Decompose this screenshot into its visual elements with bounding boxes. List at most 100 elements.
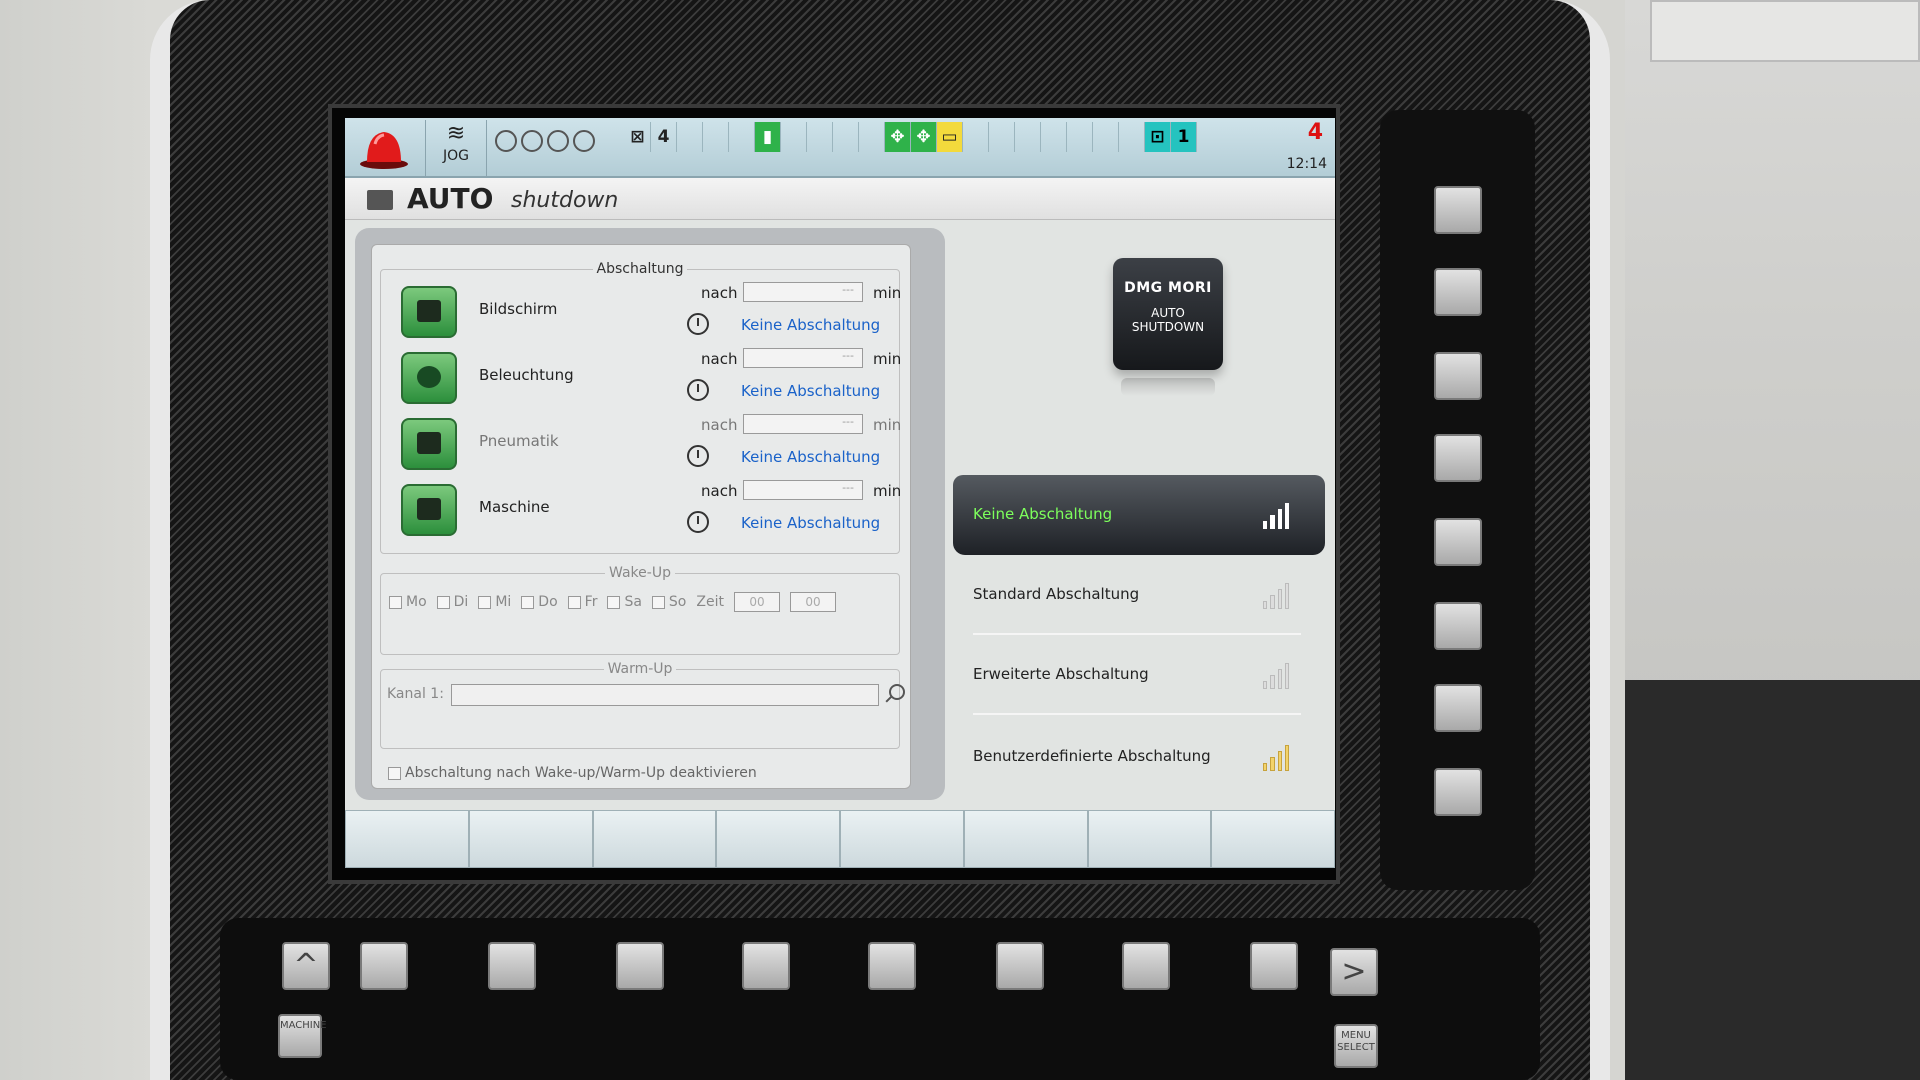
minute-input[interactable]: 00 xyxy=(789,592,836,612)
option-erweiterte-abschaltung[interactable]: Erweiterte Abschaltung xyxy=(953,635,1325,715)
nach-label: nach xyxy=(701,482,738,500)
day-checkbox[interactable] xyxy=(567,595,581,609)
keine-abschaltung-link[interactable]: Keine Abschaltung xyxy=(741,316,880,334)
menu-icon[interactable] xyxy=(367,190,393,210)
hw-softkey-h2[interactable] xyxy=(488,942,536,990)
minutes-input[interactable]: --- xyxy=(743,414,863,434)
day-checkbox[interactable] xyxy=(651,595,665,609)
minutes-input[interactable]: --- xyxy=(743,348,863,368)
hw-softkey-h3[interactable] xyxy=(616,942,664,990)
day-checkbox[interactable] xyxy=(389,595,402,609)
row-pneumatik: Pneumatik nach --- min Keine Abschaltung xyxy=(381,412,901,478)
option-divider xyxy=(973,713,1301,715)
kanal-input[interactable] xyxy=(451,684,879,706)
search-icon[interactable] xyxy=(889,684,905,700)
option-benutzerdefinierte-abschaltung[interactable]: Benutzerdefinierte Abschaltung xyxy=(953,717,1325,797)
day-mo[interactable]: Mo xyxy=(389,594,427,610)
day-checkbox[interactable] xyxy=(478,595,492,609)
hw-menu-select-key[interactable]: MENU SELECT xyxy=(1334,1024,1378,1068)
hw-right-arrow-key[interactable]: > xyxy=(1330,948,1378,996)
hw-softkey-v5[interactable] xyxy=(1434,518,1482,566)
abschaltung-title: Abschaltung xyxy=(592,261,688,277)
monitor-icon[interactable] xyxy=(401,286,457,338)
status-cell-empty xyxy=(807,122,833,152)
pneumatic-icon[interactable] xyxy=(401,418,457,470)
minutes-input[interactable]: --- xyxy=(743,282,863,302)
screen-softkey-2[interactable] xyxy=(468,810,593,868)
feed-icon xyxy=(547,130,569,152)
wakeup-group-title: Wake-Up xyxy=(381,565,899,581)
day-sa[interactable]: Sa xyxy=(607,594,642,610)
minutes-input[interactable]: --- xyxy=(743,480,863,500)
hw-machine-key[interactable]: MACHINE xyxy=(278,1014,327,1058)
hw-softkey-v1[interactable] xyxy=(1434,186,1482,234)
hour-input[interactable]: 00 xyxy=(733,592,780,612)
day-di[interactable]: Di xyxy=(436,594,469,610)
keine-abschaltung-link[interactable]: Keine Abschaltung xyxy=(741,382,880,400)
screen-softkey-4[interactable] xyxy=(716,810,840,868)
screen-softkey-5[interactable] xyxy=(840,810,964,868)
day-label: Sa xyxy=(624,594,642,610)
status-cells: ⊠ 4 ▮ ✥ ✥ ▭ ⊡ 1 xyxy=(625,122,1197,152)
hw-softkey-v2[interactable] xyxy=(1434,268,1482,316)
alarm-beacon-icon[interactable] xyxy=(355,126,413,170)
hw-softkey-v8[interactable] xyxy=(1434,768,1482,816)
day-so[interactable]: So xyxy=(651,594,686,610)
screen-softkey-8[interactable] xyxy=(1211,810,1335,868)
deactivate-checkbox[interactable] xyxy=(388,766,401,780)
day-checkbox[interactable] xyxy=(521,595,535,609)
logo-reflection xyxy=(1121,378,1215,396)
day-checkbox[interactable] xyxy=(436,595,450,609)
screen-softkey-7[interactable] xyxy=(1087,810,1212,868)
keine-abschaltung-link[interactable]: Keine Abschaltung xyxy=(741,448,880,466)
screen-softkey-1[interactable] xyxy=(345,810,469,868)
screen-softkey-3[interactable] xyxy=(592,810,717,868)
hw-softkey-h5[interactable] xyxy=(868,942,916,990)
lamp-icon[interactable] xyxy=(401,352,457,404)
day-do[interactable]: Do xyxy=(521,594,558,610)
message-icon: ▭ xyxy=(937,122,963,152)
abschaltung-group: Abschaltung Bildschirm nach --- min Kein… xyxy=(380,261,901,554)
hw-softkey-v7[interactable] xyxy=(1434,684,1482,732)
hw-up-arrow-key[interactable]: ^ xyxy=(282,942,330,990)
deactivate-option[interactable]: Abschaltung nach Wake-up/Warm-Up deaktiv… xyxy=(388,765,757,781)
day-mi[interactable]: Mi xyxy=(478,594,511,610)
clock-icon xyxy=(687,379,709,401)
abschaltung-group-title: Abschaltung xyxy=(381,261,899,277)
row-label: Maschine xyxy=(479,498,550,516)
hw-softkey-v6[interactable] xyxy=(1434,602,1482,650)
option-keine-abschaltung[interactable]: Keine Abschaltung xyxy=(953,475,1325,555)
level-bars-icon xyxy=(1263,661,1289,689)
option-label: Erweiterte Abschaltung xyxy=(973,665,1149,683)
hw-softkey-v3[interactable] xyxy=(1434,352,1482,400)
row-beleuchtung: Beleuchtung nach --- min Keine Abschaltu… xyxy=(381,346,901,412)
wakeup-group: Wake-Up Mo Di Mi Do Fr Sa So Zeit 00 00 xyxy=(380,565,900,655)
option-label: Benutzerdefinierte Abschaltung xyxy=(973,747,1211,765)
hw-softkey-h1[interactable] xyxy=(360,942,408,990)
clock-icon xyxy=(687,511,709,533)
spindle-icon xyxy=(521,130,543,152)
hw-softkey-v4[interactable] xyxy=(1434,434,1482,482)
keine-abschaltung-link[interactable]: Keine Abschaltung xyxy=(741,514,880,532)
hw-softkey-h7[interactable] xyxy=(1122,942,1170,990)
option-standard-abschaltung[interactable]: Standard Abschaltung xyxy=(953,555,1325,635)
hw-softkey-h8[interactable] xyxy=(1250,942,1298,990)
machine-icon[interactable] xyxy=(401,484,457,536)
day-checkbox[interactable] xyxy=(607,595,621,609)
mode-indicator[interactable]: ≋ JOG xyxy=(425,120,487,176)
deactivate-label: Abschaltung nach Wake-up/Warm-Up deaktiv… xyxy=(405,765,757,781)
status-icon-group xyxy=(495,126,595,156)
row-label: Bildschirm xyxy=(479,300,558,318)
dmg-mori-logo: DMG MORI AUTO SHUTDOWN xyxy=(1113,258,1223,370)
day-label: Di xyxy=(453,594,469,610)
hw-softkey-h6[interactable] xyxy=(996,942,1044,990)
screen-softkey-6[interactable] xyxy=(963,810,1088,868)
hw-softkey-h4[interactable] xyxy=(742,942,790,990)
unit-label: min xyxy=(873,284,902,302)
day-fr[interactable]: Fr xyxy=(567,594,597,610)
unit-label: min xyxy=(873,416,902,434)
clock-icon xyxy=(687,313,709,335)
row-bildschirm: Bildschirm nach --- min Keine Abschaltun… xyxy=(381,280,901,346)
logo-sub-2: SHUTDOWN xyxy=(1131,320,1205,334)
override-icon xyxy=(495,130,517,152)
